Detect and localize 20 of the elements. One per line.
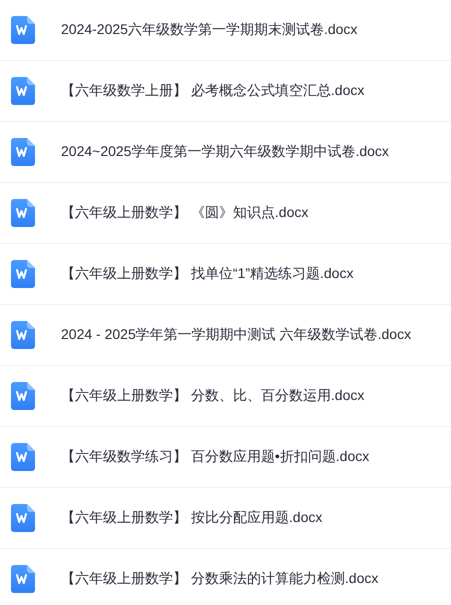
word-document-icon: [11, 138, 35, 166]
word-document-icon: [11, 77, 35, 105]
file-name[interactable]: 2024-2025六年级数学第一学期期末测试卷.docx: [61, 21, 358, 39]
word-document-icon: [11, 260, 35, 288]
file-name[interactable]: 【六年级上册数学】 分数、比、百分数运用.docx: [61, 387, 364, 405]
word-document-icon: [11, 443, 35, 471]
file-name[interactable]: 【六年级上册数学】 找单位“1”精选练习题.docx: [61, 265, 354, 283]
file-name[interactable]: 2024~2025学年度第一学期六年级数学期中试卷.docx: [61, 143, 389, 161]
file-name[interactable]: 2024 - 2025学年第一学期期中测试 六年级数学试卷.docx: [61, 326, 412, 344]
word-document-icon: [11, 199, 35, 227]
file-name[interactable]: 【六年级上册数学】 《圆》知识点.docx: [61, 204, 308, 222]
word-document-icon: [11, 504, 35, 532]
file-name[interactable]: 【六年级上册数学】 按比分配应用题.docx: [61, 509, 322, 527]
word-document-icon: [11, 321, 35, 349]
word-document-icon: [11, 382, 35, 410]
word-document-icon: [11, 565, 35, 593]
word-document-icon: [11, 16, 35, 44]
file-name[interactable]: 【六年级上册数学】 分数乘法的计算能力检测.docx: [61, 570, 378, 588]
file-name[interactable]: 【六年级数学上册】 必考概念公式填空汇总.docx: [61, 82, 364, 100]
file-name[interactable]: 【六年级数学练习】 百分数应用题•折扣问题.docx: [61, 448, 370, 466]
